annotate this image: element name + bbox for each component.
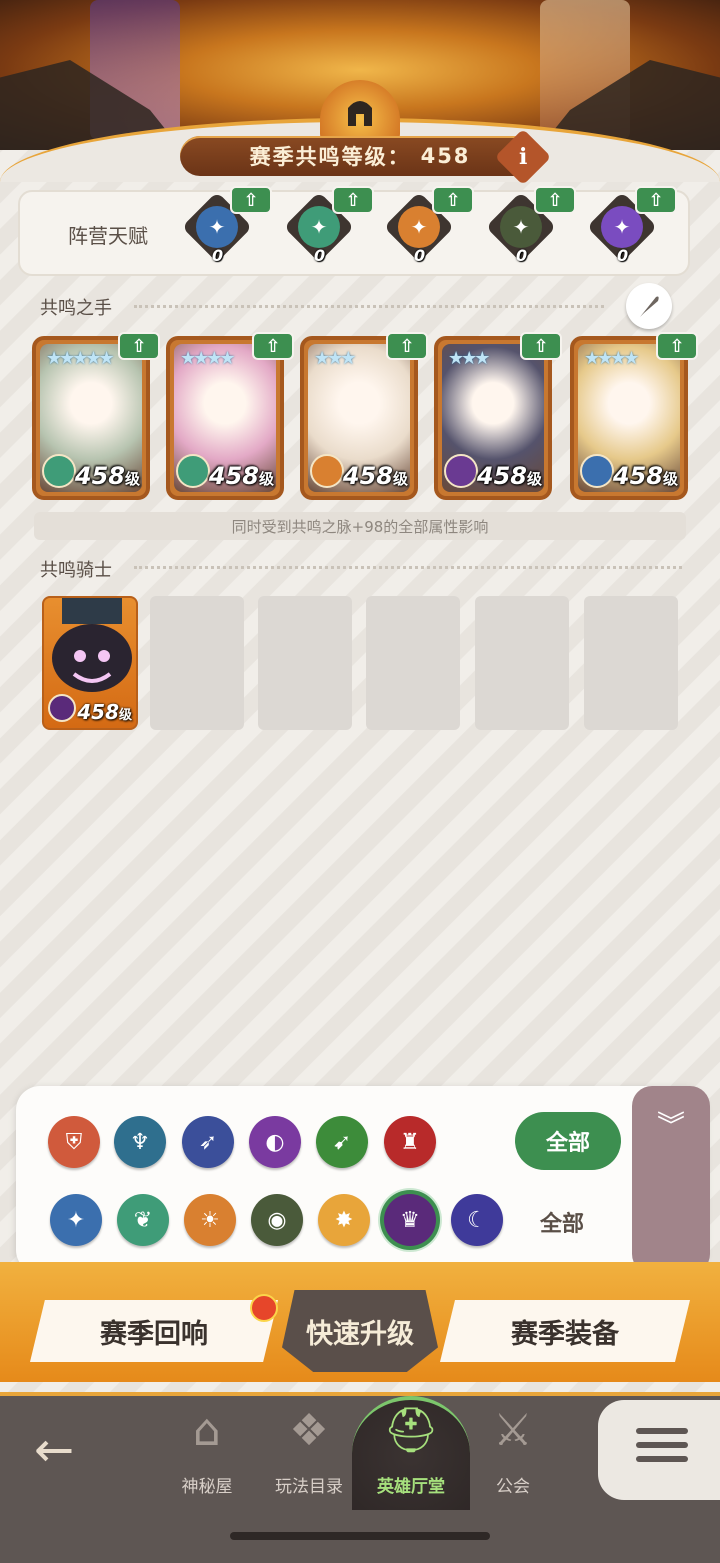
notification-badge <box>250 1294 278 1322</box>
hero-hall-icon: ⛑ <box>383 1405 439 1456</box>
upgrade-arrow-icon[interactable]: ⇧ <box>432 186 474 214</box>
nav-label: 神秘屋 <box>181 1477 233 1497</box>
talent-count: 0 <box>516 246 528 265</box>
collapse-filter-button[interactable]: ︾ <box>632 1086 710 1274</box>
nav-label: 玩法目录 <box>275 1477 343 1497</box>
magic-icon[interactable]: ◐ <box>249 1116 301 1168</box>
dagger-icon[interactable]: ➹ <box>316 1116 368 1168</box>
eye-icon[interactable]: ◉ <box>251 1194 303 1246</box>
hero-level: 458级 <box>612 462 678 490</box>
gameplay-catalog-icon: ❖ <box>289 1405 329 1456</box>
resonance-note: 同时受到共鸣之脉+98的全部属性影响 <box>34 512 686 540</box>
leaf-icon[interactable]: ❦ <box>117 1194 169 1246</box>
star-compass-icon[interactable]: ✦ <box>50 1194 102 1246</box>
faction-icon <box>176 454 210 488</box>
sun-icon[interactable]: ☀ <box>184 1194 236 1246</box>
upgrade-arrow-icon[interactable]: ⇧ <box>118 332 160 360</box>
upgrade-arrow-icon[interactable]: ⇧ <box>386 332 428 360</box>
demon-faction-icon <box>48 694 76 722</box>
talent-count: 0 <box>212 246 224 265</box>
info-icon: i <box>518 143 528 170</box>
back-arrow-icon[interactable]: ← <box>34 1422 94 1482</box>
hero-card[interactable]: ★★★★ 458级 <box>166 336 284 500</box>
season-equipment-button[interactable]: 赛季装备 <box>440 1300 690 1362</box>
class-all-button[interactable]: 全部 <box>515 1112 621 1170</box>
season-echo-button[interactable]: 赛季回响 <box>30 1300 278 1362</box>
hero-card[interactable]: ★★★ 458级 <box>434 336 552 500</box>
faction-icon <box>42 454 76 488</box>
season-level-value: 458 <box>420 144 471 168</box>
faction-talent-title: 阵营天赋 <box>68 224 148 248</box>
star-rating: ★★★ <box>448 348 490 369</box>
upgrade-arrow-icon[interactable]: ⇧ <box>534 186 576 214</box>
hero-level: 458级 <box>208 462 274 490</box>
hero-level: 458级 <box>342 462 408 490</box>
upgrade-arrow-icon[interactable]: ⇧ <box>230 186 272 214</box>
nav-gameplay-catalog[interactable]: ❖ 玩法目录 <box>264 1402 354 1502</box>
knight-level: 458级 <box>77 700 132 724</box>
empty-knight-slot[interactable] <box>475 596 569 730</box>
resonance-hands-title: 共鸣之手 <box>40 298 112 319</box>
nav-mystery-house[interactable]: ⌂ 神秘屋 <box>162 1402 252 1502</box>
empty-knight-slot[interactable] <box>150 596 244 730</box>
divider <box>134 566 682 569</box>
season-level-label: 赛季共鸣等级： <box>249 145 411 169</box>
double-chevron-down-icon: ︾ <box>656 1109 685 1142</box>
talent-count: 0 <box>314 246 326 265</box>
talent-count: 0 <box>414 246 426 265</box>
star-rating: ★★★★ <box>584 348 640 369</box>
mystic-icon[interactable]: ♆ <box>114 1116 166 1168</box>
quill-icon <box>640 296 659 317</box>
upgrade-arrow-icon[interactable]: ⇧ <box>656 332 698 360</box>
warrior-icon[interactable]: ♜ <box>384 1116 436 1168</box>
bow-icon[interactable]: ➶ <box>182 1116 234 1168</box>
empty-knight-slot[interactable] <box>258 596 352 730</box>
upgrade-arrow-icon[interactable]: ⇧ <box>635 186 677 214</box>
talent-count: 0 <box>617 246 629 265</box>
hero-card[interactable]: ★★★★ 458级 <box>570 336 688 500</box>
resonance-knights-title: 共鸣骑士 <box>40 560 112 581</box>
menu-icon <box>636 1428 688 1470</box>
star-rating: ★★★ <box>314 348 356 369</box>
menu-button[interactable] <box>598 1400 720 1500</box>
nav-label: 英雄厅堂 <box>377 1477 445 1497</box>
empty-knight-slot[interactable] <box>366 596 460 730</box>
knight-card[interactable]: 458级 <box>42 596 138 730</box>
hero-card[interactable]: ★★★★★ 458级 <box>32 336 150 500</box>
nav-label: 公会 <box>496 1477 530 1497</box>
faction-all-button[interactable]: 全部 <box>540 1206 584 1238</box>
faction-icon <box>444 454 478 488</box>
demon-icon[interactable]: ♛ <box>384 1194 436 1246</box>
quill-button[interactable] <box>626 283 672 329</box>
shield-icon[interactable]: ⛨ <box>48 1116 100 1168</box>
star-rating: ★★★★★ <box>46 348 115 369</box>
radiant-icon[interactable]: ✸ <box>318 1194 370 1246</box>
faction-icon <box>580 454 614 488</box>
star-rating: ★★★★ <box>180 348 236 369</box>
upgrade-arrow-icon[interactable]: ⇧ <box>332 186 374 214</box>
nav-hero-hall[interactable]: ⛑ 英雄厅堂 <box>366 1402 456 1502</box>
mystery-house-icon: ⌂ <box>193 1405 221 1456</box>
hero-level: 458级 <box>476 462 542 490</box>
nav-guild[interactable]: ⚔ 公会 <box>468 1402 558 1502</box>
season-resonance-level: 赛季共鸣等级： 458 <box>180 136 540 176</box>
home-indicator[interactable] <box>230 1532 490 1540</box>
crescent-star-icon[interactable]: ☾ <box>451 1194 503 1246</box>
upgrade-arrow-icon[interactable]: ⇧ <box>520 332 562 360</box>
empty-knight-slot[interactable] <box>584 596 678 730</box>
faction-icon <box>310 454 344 488</box>
hero-level: 458级 <box>74 462 140 490</box>
quick-upgrade-button[interactable]: 快速升级 <box>282 1290 438 1372</box>
hero-card[interactable]: ★★★ 458级 <box>300 336 418 500</box>
divider <box>134 305 604 308</box>
guild-icon: ⚔ <box>493 1405 533 1456</box>
upgrade-arrow-icon[interactable]: ⇧ <box>252 332 294 360</box>
